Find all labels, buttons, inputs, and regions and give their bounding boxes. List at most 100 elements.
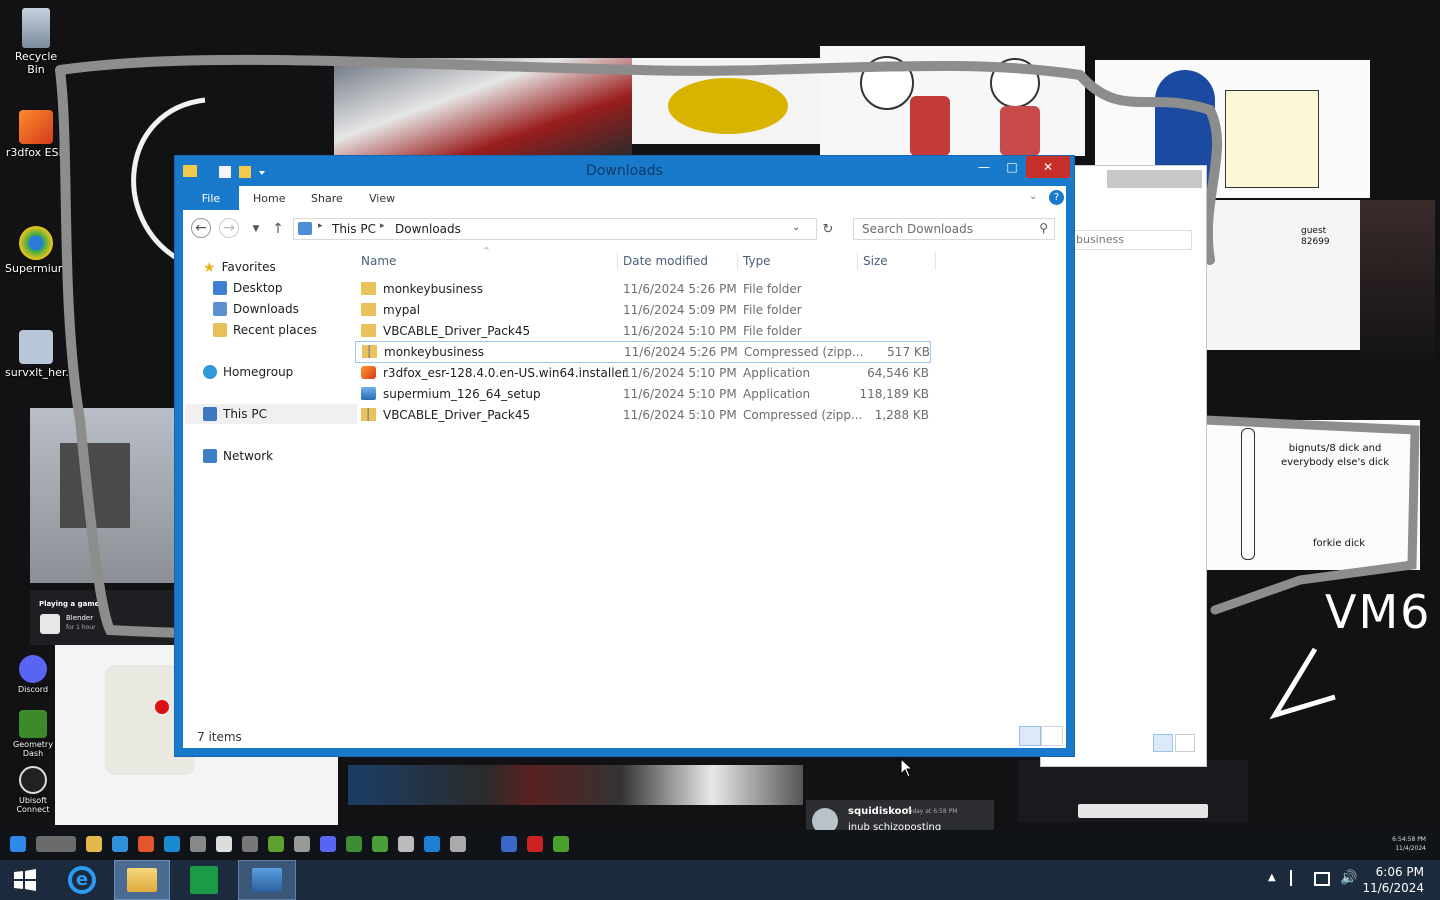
breadcrumb-downloads[interactable]: Downloads	[395, 222, 461, 236]
inner-app-icon[interactable]	[450, 836, 466, 852]
inner-xbox-icon[interactable]	[346, 836, 362, 852]
table-row-selected[interactable]: monkeybusiness 11/6/2024 5:26 PM Compres…	[355, 341, 931, 363]
nav-this-pc[interactable]: This PC	[185, 404, 357, 424]
column-header-type[interactable]: Type	[743, 254, 771, 268]
inner-app-icon[interactable]	[398, 836, 414, 852]
inner-minecraft-icon[interactable]	[372, 836, 388, 852]
search-icon[interactable]: ⚲	[1039, 221, 1048, 235]
large-icons-view-button[interactable]	[1041, 726, 1063, 746]
details-view-button[interactable]	[1019, 726, 1041, 746]
inner-edge-icon[interactable]	[112, 836, 128, 852]
nav-desktop[interactable]: Desktop	[213, 278, 283, 298]
taskbar-clock[interactable]: 6:06 PM 11/6/2024	[1362, 864, 1424, 896]
taskbar-ie-button[interactable]: e	[58, 860, 106, 900]
inner-app-icon[interactable]	[501, 836, 517, 852]
inner-start-icon[interactable]	[10, 836, 26, 852]
tray-chevron-up-icon[interactable]: ▲	[1268, 872, 1276, 883]
this-pc-icon	[298, 222, 312, 235]
column-divider[interactable]	[617, 252, 618, 270]
desktop-icon-ubisoft[interactable]: Ubisoft Connect	[2, 766, 64, 814]
inner-steam-icon[interactable]	[164, 836, 180, 852]
table-row[interactable]: monkeybusiness 11/6/2024 5:26 PM File fo…	[355, 279, 933, 299]
inner-explorer-icon[interactable]	[86, 836, 102, 852]
tab-view[interactable]: View	[369, 186, 395, 210]
network-tray-icon[interactable]	[1314, 872, 1330, 886]
desktop-icon-geometry-dash[interactable]: Geometry Dash	[2, 710, 64, 758]
nav-network[interactable]: Network	[203, 446, 273, 466]
inner-app-icon[interactable]	[190, 836, 206, 852]
breadcrumb-this-pc[interactable]: This PC	[332, 222, 376, 236]
table-row[interactable]: mypal 11/6/2024 5:09 PM File folder	[355, 300, 933, 320]
status-bar-item-count: 7 items	[197, 730, 242, 744]
close-button[interactable]: ✕	[1026, 156, 1070, 178]
desktop-icon-supermium[interactable]: Supermium	[5, 226, 69, 275]
inner-app-icon[interactable]	[294, 836, 310, 852]
address-bar[interactable]: ▸ This PC ▸ Downloads ⌄	[293, 218, 817, 240]
nav-homegroup[interactable]: Homegroup	[203, 362, 293, 382]
column-header-size[interactable]: Size	[863, 254, 888, 268]
table-row[interactable]: VBCABLE_Driver_Pack45 11/6/2024 5:10 PM …	[355, 321, 933, 341]
close-icon: ✕	[1042, 160, 1054, 174]
back-button[interactable]: ←	[191, 218, 211, 238]
details-view-button[interactable]	[1153, 734, 1173, 752]
search-input[interactable]: Search Downloads ⚲	[853, 218, 1055, 240]
start-button[interactable]	[0, 860, 50, 900]
table-row[interactable]: VBCABLE_Driver_Pack45 11/6/2024 5:10 PM …	[355, 405, 933, 425]
nav-recent-places[interactable]: Recent places	[213, 320, 317, 340]
forward-button[interactable]: →	[219, 218, 239, 238]
taskbar-store-button[interactable]	[178, 860, 230, 900]
tab-share[interactable]: Share	[311, 186, 343, 210]
table-row[interactable]: supermium_126_64_setup 11/6/2024 5:10 PM…	[355, 384, 933, 404]
inner-clock[interactable]: 6:54:58 PM 11/4/2024	[1392, 835, 1426, 853]
sketch-image: guest 82699	[1205, 200, 1360, 350]
inner-app-icon[interactable]	[553, 836, 569, 852]
tab-file[interactable]: File	[183, 186, 239, 210]
inner-app-icon[interactable]	[527, 836, 543, 852]
column-header-date[interactable]: Date modified	[623, 254, 708, 268]
inner-app-icon[interactable]	[268, 836, 284, 852]
column-divider[interactable]	[935, 252, 936, 270]
file-date: 11/6/2024 5:26 PM	[623, 282, 737, 296]
toast-name: squidiskool	[848, 806, 912, 817]
column-header-name[interactable]: Name	[361, 254, 396, 268]
inner-discord-icon[interactable]	[320, 836, 336, 852]
table-row[interactable]: r3dfox_esr-128.4.0.en-US.win64.installer…	[355, 363, 933, 383]
action-center-flag-icon[interactable]	[1290, 870, 1306, 886]
background-search-box[interactable]: business	[1071, 230, 1192, 250]
desktop-icon-r3dfox[interactable]: r3dfox ESR	[5, 110, 67, 159]
desktop-icons: Recycle Bin r3dfox ESR Supermium survxlt…	[0, 0, 100, 830]
inner-app-icon[interactable]	[242, 836, 258, 852]
tab-home[interactable]: Home	[253, 186, 285, 210]
desktop-icon-discord[interactable]: Discord	[2, 655, 64, 694]
internet-explorer-icon: e	[68, 866, 96, 894]
nav-downloads[interactable]: Downloads	[213, 299, 299, 319]
desktop-icon-recycle-bin[interactable]: Recycle Bin	[5, 8, 67, 76]
window-title: Downloads	[586, 163, 663, 179]
recent-locations-button[interactable]: ▼	[245, 218, 267, 240]
help-icon[interactable]: ?	[1049, 190, 1064, 205]
taskbar-powershell-button[interactable]	[238, 860, 296, 900]
volume-icon[interactable]: 🔊	[1340, 870, 1357, 886]
guest-label: guest	[1301, 226, 1327, 236]
ribbon-expand-icon[interactable]: ⌄	[1029, 191, 1037, 202]
column-divider[interactable]	[737, 252, 738, 270]
inner-clock-date: 11/4/2024	[1395, 845, 1426, 852]
desktop-icon-survxlt[interactable]: survxlt_her...	[5, 330, 76, 379]
maximize-button[interactable]: □	[995, 156, 1029, 178]
explorer-window[interactable]: Downloads — □ ✕ File Home Share View ⌄ ?…	[175, 156, 1074, 778]
inner-chrome-icon[interactable]	[216, 836, 232, 852]
nav-favorites[interactable]: ★ Favorites	[203, 257, 276, 277]
large-icons-view-button[interactable]	[1175, 734, 1195, 752]
folder-icon	[361, 282, 376, 295]
taskbar-explorer-button[interactable]	[114, 860, 170, 900]
inner-search-button[interactable]	[36, 836, 76, 852]
inner-firefox-icon[interactable]	[138, 836, 154, 852]
inner-app-icon[interactable]	[424, 836, 440, 852]
column-divider[interactable]	[857, 252, 858, 270]
desktop-icon-label: Supermium	[5, 262, 69, 275]
title-bar[interactable]: Downloads — □ ✕	[175, 156, 1074, 186]
address-dropdown-icon[interactable]: ⌄	[792, 222, 800, 233]
up-button[interactable]: ↑	[267, 218, 289, 240]
file-date: 11/6/2024 5:10 PM	[623, 324, 737, 338]
refresh-button[interactable]: ↻	[817, 218, 839, 240]
